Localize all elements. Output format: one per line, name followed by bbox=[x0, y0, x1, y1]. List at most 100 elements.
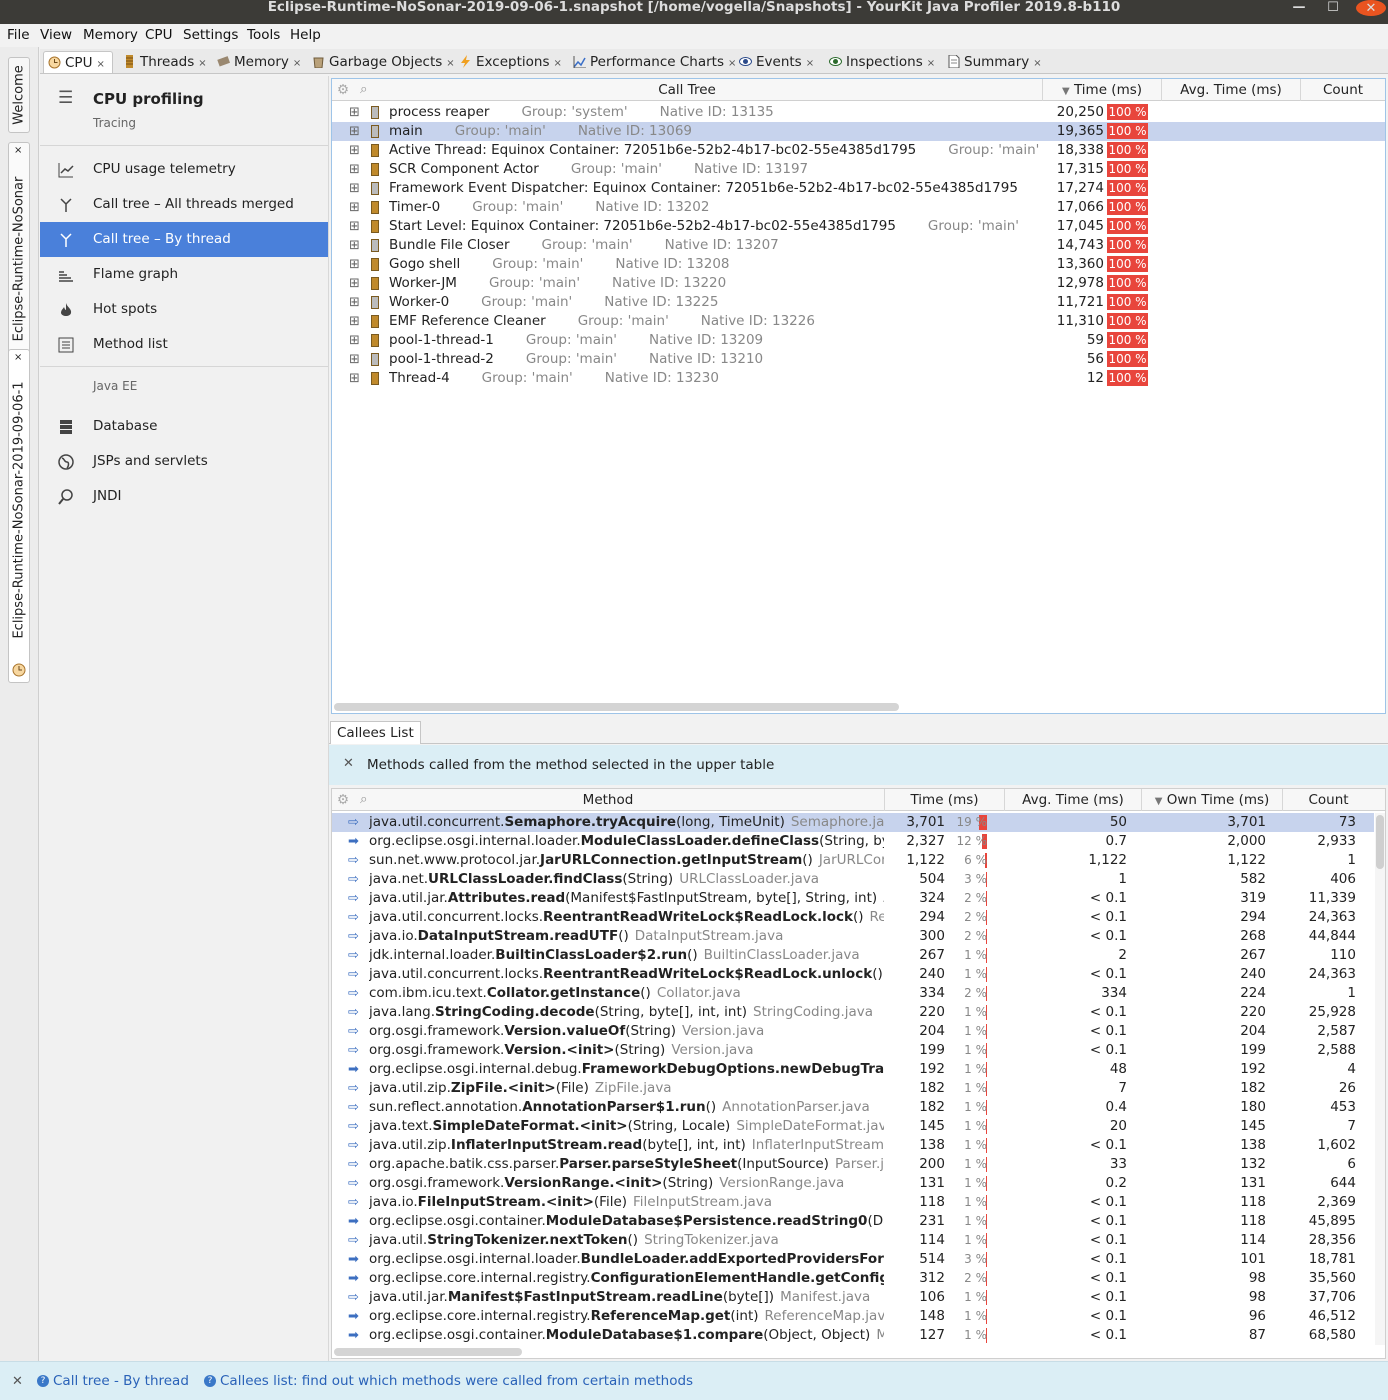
close-icon[interactable]: × bbox=[1033, 58, 1041, 69]
close-icon[interactable]: × bbox=[293, 58, 301, 69]
table-row[interactable]: ⇨ org.osgi.framework.Version.<init>(Strin… bbox=[332, 1041, 1374, 1060]
count-column-header[interactable]: Count bbox=[1301, 79, 1385, 101]
table-row[interactable]: ➡ org.eclipse.osgi.internal.loader.Module… bbox=[332, 832, 1374, 851]
expand-icon[interactable]: ⊞ bbox=[349, 198, 360, 217]
tab-snapshot[interactable]: × Eclipse-Runtime-NoSonar-2019-09-06-1 bbox=[8, 349, 30, 683]
sidebar-item-jsps-servlets[interactable]: JSPs and servlets bbox=[40, 444, 328, 479]
close-icon[interactable]: × bbox=[96, 59, 104, 70]
status-link-callees-list[interactable]: Callees list: find out which methods wer… bbox=[220, 1373, 693, 1389]
table-row[interactable]: ➡ org.eclipse.core.internal.registry.Conf… bbox=[332, 1269, 1374, 1288]
menu-tools[interactable]: Tools bbox=[247, 27, 280, 43]
method-column-header[interactable]: ⚙ ⌕ Method bbox=[332, 789, 885, 811]
table-row[interactable]: ⊞ Active Thread: Equinox Container: 72051… bbox=[332, 141, 1385, 160]
maximize-button[interactable]: ☐ bbox=[1318, 0, 1348, 16]
call-tree-column-header[interactable]: ⚙ ⌕ Call Tree bbox=[332, 79, 1043, 101]
search-icon[interactable]: ⌕ bbox=[360, 78, 368, 100]
table-row[interactable]: ⊞ main Group: 'main' Native ID: 13069 19,365… bbox=[332, 122, 1385, 141]
table-row[interactable]: ➡ org.eclipse.osgi.container.ModuleDataba… bbox=[332, 1212, 1374, 1231]
vertical-scrollbar[interactable] bbox=[1375, 813, 1385, 1345]
expand-icon[interactable]: ⊞ bbox=[349, 179, 360, 198]
menu-cpu[interactable]: CPU bbox=[145, 27, 172, 43]
expand-icon[interactable]: ⊞ bbox=[349, 350, 360, 369]
table-row[interactable]: ➡ org.eclipse.osgi.container.ModuleDataba… bbox=[332, 1326, 1374, 1345]
expand-icon[interactable]: ⊞ bbox=[349, 160, 360, 179]
close-window-button[interactable]: ✕ bbox=[1356, 0, 1386, 16]
expand-icon[interactable]: ⊞ bbox=[349, 103, 360, 122]
expand-icon[interactable]: ⊞ bbox=[349, 293, 360, 312]
table-row[interactable]: ➡ org.eclipse.core.internal.registry.Refe… bbox=[332, 1307, 1374, 1326]
menu-file[interactable]: File bbox=[7, 27, 30, 43]
expand-icon[interactable]: ⊞ bbox=[349, 141, 360, 160]
tab-memory[interactable]: Memory × bbox=[213, 51, 301, 73]
table-row[interactable]: ⊞ process reaper Group: 'system' Native ID:… bbox=[332, 103, 1385, 122]
search-icon[interactable]: ⌕ bbox=[360, 788, 368, 810]
close-icon[interactable]: × bbox=[198, 58, 206, 69]
expand-icon[interactable]: ⊞ bbox=[349, 255, 360, 274]
sidebar-item-flame-graph[interactable]: Flame graph bbox=[40, 257, 328, 292]
table-row[interactable]: ⇨ sun.reflect.annotation.AnnotationParser… bbox=[332, 1098, 1374, 1117]
tab-inspections[interactable]: Inspections × bbox=[825, 51, 935, 73]
table-row[interactable]: ⊞ SCR Component Actor Group: 'main' Native … bbox=[332, 160, 1385, 179]
table-row[interactable]: ⊞ Worker-JM Group: 'main' Native ID: 13220 1… bbox=[332, 274, 1385, 293]
close-status-icon[interactable]: ✕ bbox=[12, 1374, 23, 1389]
own-time-column-header[interactable]: ▼ Own Time (ms) bbox=[1142, 789, 1283, 811]
time-column-header[interactable]: Time (ms) bbox=[885, 789, 1005, 811]
close-icon[interactable]: × bbox=[14, 352, 22, 363]
tab-callees-list[interactable]: Callees List bbox=[330, 721, 421, 744]
menu-help[interactable]: Help bbox=[290, 27, 321, 43]
hamburger-menu-icon[interactable]: ☰ bbox=[58, 88, 73, 108]
close-icon[interactable]: × bbox=[446, 58, 454, 69]
table-row[interactable]: ⇨ java.text.SimpleDateFormat.<init>(Strin… bbox=[332, 1117, 1374, 1136]
close-icon[interactable]: × bbox=[553, 58, 561, 69]
table-row[interactable]: ⇨ java.util.StringTokenizer.nextToken() St… bbox=[332, 1231, 1374, 1250]
table-row[interactable]: ⇨ sun.net.www.protocol.jar.JarURLConnecti… bbox=[332, 851, 1374, 870]
table-row[interactable]: ⇨ java.util.jar.Attributes.read(Manifest$… bbox=[332, 889, 1374, 908]
table-row[interactable]: ⇨ java.io.FileInputStream.<init>(File) Fil… bbox=[332, 1193, 1374, 1212]
settings-gear-icon[interactable]: ⚙ bbox=[337, 79, 349, 101]
settings-gear-icon[interactable]: ⚙ bbox=[337, 789, 349, 811]
sidebar-item-call-tree-by-thread[interactable]: Call tree – By thread bbox=[40, 222, 328, 257]
avg-time-column-header[interactable]: Avg. Time (ms) bbox=[1162, 79, 1301, 101]
table-row[interactable]: ⊞ Bundle File Closer Group: 'main' Native I… bbox=[332, 236, 1385, 255]
table-row[interactable]: ⊞ Framework Event Dispatcher: Equinox Con… bbox=[332, 179, 1385, 198]
table-row[interactable]: ⊞ Start Level: Equinox Container: 72051b6… bbox=[332, 217, 1385, 236]
table-row[interactable]: ⇨ java.util.concurrent.locks.ReentrantRea… bbox=[332, 965, 1374, 984]
expand-icon[interactable]: ⊞ bbox=[349, 274, 360, 293]
menu-memory[interactable]: Memory bbox=[83, 27, 138, 43]
tab-events[interactable]: Events × bbox=[735, 51, 814, 73]
expand-icon[interactable]: ⊞ bbox=[349, 236, 360, 255]
table-row[interactable]: ⊞ Thread-4 Group: 'main' Native ID: 13230 12… bbox=[332, 369, 1385, 388]
menu-settings[interactable]: Settings bbox=[183, 27, 238, 43]
expand-icon[interactable]: ⊞ bbox=[349, 122, 360, 141]
menu-view[interactable]: View bbox=[40, 27, 72, 43]
table-row[interactable]: ⊞ Timer-0 Group: 'main' Native ID: 13202 17,… bbox=[332, 198, 1385, 217]
table-row[interactable]: ⇨ jdk.internal.loader.BuiltinClassLoader$… bbox=[332, 946, 1374, 965]
horizontal-scrollbar[interactable] bbox=[334, 703, 899, 711]
sidebar-item-database[interactable]: Database bbox=[40, 409, 328, 444]
table-row[interactable]: ➡ org.eclipse.osgi.internal.loader.Bundle… bbox=[332, 1250, 1374, 1269]
expand-icon[interactable]: ⊞ bbox=[349, 217, 360, 236]
table-row[interactable]: ⇨ java.net.URLClassLoader.findClass(Strin… bbox=[332, 870, 1374, 889]
horizontal-scrollbar[interactable] bbox=[334, 1348, 522, 1356]
tab-cpu[interactable]: CPU × bbox=[43, 51, 113, 73]
avg-time-column-header[interactable]: Avg. Time (ms) bbox=[1005, 789, 1142, 811]
sidebar-item-hot-spots[interactable]: Hot spots bbox=[40, 292, 328, 327]
table-row[interactable]: ⇨ java.util.concurrent.locks.ReentrantRea… bbox=[332, 908, 1374, 927]
table-row[interactable]: ⇨ java.util.concurrent.Semaphore.tryAcqui… bbox=[332, 813, 1374, 832]
table-row[interactable]: ⇨ java.lang.StringCoding.decode(String, b… bbox=[332, 1003, 1374, 1022]
table-row[interactable]: ⇨ java.util.zip.ZipFile.<init>(File) ZipFi… bbox=[332, 1079, 1374, 1098]
table-row[interactable]: ⊞ pool-1-thread-1 Group: 'main' Native ID: … bbox=[332, 331, 1385, 350]
close-icon[interactable]: × bbox=[927, 58, 935, 69]
expand-icon[interactable]: ⊞ bbox=[349, 369, 360, 388]
table-row[interactable]: ⇨ java.io.DataInputStream.readUTF() DataIn… bbox=[332, 927, 1374, 946]
tab-welcome[interactable]: Welcome bbox=[8, 57, 30, 133]
time-column-header[interactable]: ▼ Time (ms) bbox=[1043, 79, 1162, 101]
tab-threads[interactable]: Threads × bbox=[119, 51, 207, 73]
scrollbar-thumb[interactable] bbox=[1376, 815, 1384, 869]
table-row[interactable]: ⇨ java.util.zip.InflaterInputStream.read(… bbox=[332, 1136, 1374, 1155]
expand-icon[interactable]: ⊞ bbox=[349, 312, 360, 331]
close-icon[interactable]: × bbox=[14, 145, 22, 156]
table-row[interactable]: ⇨ com.ibm.icu.text.Collator.getInstance()… bbox=[332, 984, 1374, 1003]
table-row[interactable]: ⊞ Worker-0 Group: 'main' Native ID: 13225 11… bbox=[332, 293, 1385, 312]
table-row[interactable]: ➡ org.eclipse.osgi.internal.debug.Framewo… bbox=[332, 1060, 1374, 1079]
